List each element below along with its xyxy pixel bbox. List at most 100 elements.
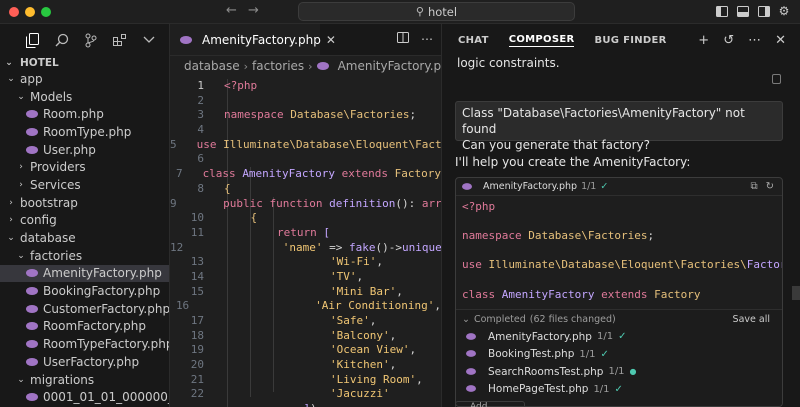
php-file-icon [26,127,38,136]
changed-file-meta: 1/1 [593,383,610,395]
tree-folder[interactable]: › Providers [0,158,169,176]
tree-file[interactable]: User.php [0,141,169,159]
breadcrumb-item[interactable]: factories [252,59,304,73]
changed-file-row[interactable]: HomePageTest.php 1/1 ✓ [456,381,782,399]
user-message-line: Class "Database\Factories\AmenityFactory… [462,106,745,136]
tree-file[interactable]: Room.php [0,105,169,123]
previous-message-fragment: logic constraints. [457,56,560,70]
php-file-icon [26,340,38,349]
code-line: 12 'name' => fake()->unique() [170,240,441,254]
close-tab-icon[interactable]: ✕ [326,33,336,47]
php-file-icon [26,393,38,402]
changed-file-row[interactable]: SearchRoomsTest.php 1/1 ● [456,363,782,381]
chevron-right-icon: › [308,59,313,73]
explorer-sidebar: ⌄ HOTEL ⌄ app ⌄ Models Room.php RoomType.php U… [0,24,170,407]
copy-icon[interactable]: ⧉ [750,181,757,192]
refresh-icon[interactable]: ↻ [766,181,774,192]
split-editor-icon[interactable] [397,32,409,46]
plus-icon[interactable]: + [698,33,709,48]
tree-folder[interactable]: › Services [0,176,169,194]
search-text: hotel [427,4,458,19]
breadcrumb: database › factories › AmenityFactory.ph… [170,56,441,76]
close-icon[interactable]: ✕ [775,33,786,48]
gear-icon[interactable]: ⚙ [777,4,791,18]
changed-file-name: AmenityFactory.php [488,330,592,343]
tree-folder[interactable]: ⌄ migrations [0,371,169,389]
extensions-icon[interactable] [105,30,134,50]
code-line: 20 'Kitchen', [190,358,397,372]
tree-file[interactable]: AmenityFactory.php [0,264,169,283]
chat-actions: + ↺ ⋯ ✕ [698,33,786,48]
tree-item-label: migrations [30,372,95,387]
code-line: 10 { [190,211,258,225]
tree-file[interactable]: 0001_01_01_000000_cre... [0,388,169,406]
toggle-sidebar-icon[interactable] [715,4,729,18]
php-file-icon [26,145,38,154]
history-icon[interactable]: ↺ [723,33,734,48]
tree-folder[interactable]: › config [0,212,169,230]
check-icon: ✓ [600,181,609,192]
tree-file[interactable]: RoomTypeFactory.php [0,335,169,353]
chat-tab-bar: CHAT COMPOSER BUG FINDER + ↺ ⋯ ✕ [442,24,800,56]
command-search-box[interactable]: ⚲ hotel [298,2,575,21]
search-icon[interactable] [47,30,76,50]
code-block-filename[interactable]: AmenityFactory.php [483,181,577,192]
tree-file[interactable]: RoomType.php [0,123,169,141]
tree-folder[interactable]: ⌄ Models [0,88,169,106]
files-icon[interactable] [18,30,47,50]
unsaved-dot-icon: ● [629,367,637,377]
tree-item-label: bootstrap [20,195,78,210]
tree-item-label: RoomType.php [43,124,132,139]
code-line: 17 'Safe', [190,314,377,327]
code-line: 13 'Wi-Fi', [190,255,383,269]
tree-item-label: database [20,231,76,246]
tree-item-label: RoomTypeFactory.php [43,337,170,352]
changed-file-row[interactable]: BookingTest.php 1/1 ✓ [456,346,782,364]
completed-header[interactable]: ⌄ Completed (62 files changed) Save all [456,310,782,328]
maximize-window-button[interactable] [41,7,51,17]
tab-composer[interactable]: COMPOSER [508,34,575,47]
add-context-button[interactable]: Add context [455,401,525,407]
tree-folder[interactable]: ⌄ database [0,229,169,247]
chevron-down-icon[interactable] [134,30,163,50]
php-file-icon [466,350,478,358]
close-window-button[interactable] [9,7,19,17]
minimize-window-button[interactable] [25,7,35,17]
toggle-panel-icon[interactable] [736,4,750,18]
source-control-icon[interactable] [76,30,105,50]
changed-file-row[interactable]: AmenityFactory.php 1/1 ✓ [456,328,782,346]
arrow-right-icon[interactable]: → [248,3,259,18]
more-actions-icon[interactable]: ⋯ [421,32,433,46]
php-file-icon [316,62,329,70]
save-all-button[interactable]: Save all [733,314,770,325]
code-line: 2 [197,93,204,107]
tab-amenityfactory[interactable]: AmenityFactory.php ✕ [170,24,336,55]
tab-chat[interactable]: CHAT [458,35,489,46]
chevron-right-icon: › [9,197,13,208]
tree-file[interactable]: BookingFactory.php [0,282,169,300]
scrollbar-thumb[interactable] [792,286,800,300]
completed-label: Completed [473,313,526,325]
tree-file[interactable]: RoomFactory.php [0,318,169,336]
more-actions-icon[interactable]: ⋯ [748,33,761,48]
tree-file[interactable]: CustomerFactory.php [0,300,169,318]
arrow-left-icon[interactable]: ← [226,3,237,18]
tab-bug-finder[interactable]: BUG FINDER [594,35,666,46]
toggle-secondary-sidebar-icon[interactable] [757,4,771,18]
breadcrumb-item[interactable]: AmenityFactory.php [338,59,441,73]
tree-item-label: RoomFactory.php [43,319,146,334]
user-message: Class "Database\Factories\AmenityFactory… [455,101,783,152]
assistant-message: I'll help you create the AmenityFactory: [455,155,691,169]
copy-icon[interactable] [772,74,781,84]
code-line: 4 [197,123,204,137]
breadcrumb-item[interactable]: database [184,59,240,73]
explorer-root-header[interactable]: ⌄ HOTEL [0,56,169,70]
editor-tab-bar: AmenityFactory.php ✕ ⋯ [170,24,441,56]
code-editor[interactable]: 1 <?php 2 3 namespace Database\Factories; … [170,79,441,407]
tree-folder[interactable]: › bootstrap [0,194,169,212]
tree-folder[interactable]: ⌄ app [0,70,169,88]
tree-file[interactable]: UserFactory.php [0,353,169,371]
editor-actions: ⋯ [397,32,433,46]
tree-item-label: Room.php [43,107,104,122]
tree-folder[interactable]: ⌄ factories [0,247,169,265]
